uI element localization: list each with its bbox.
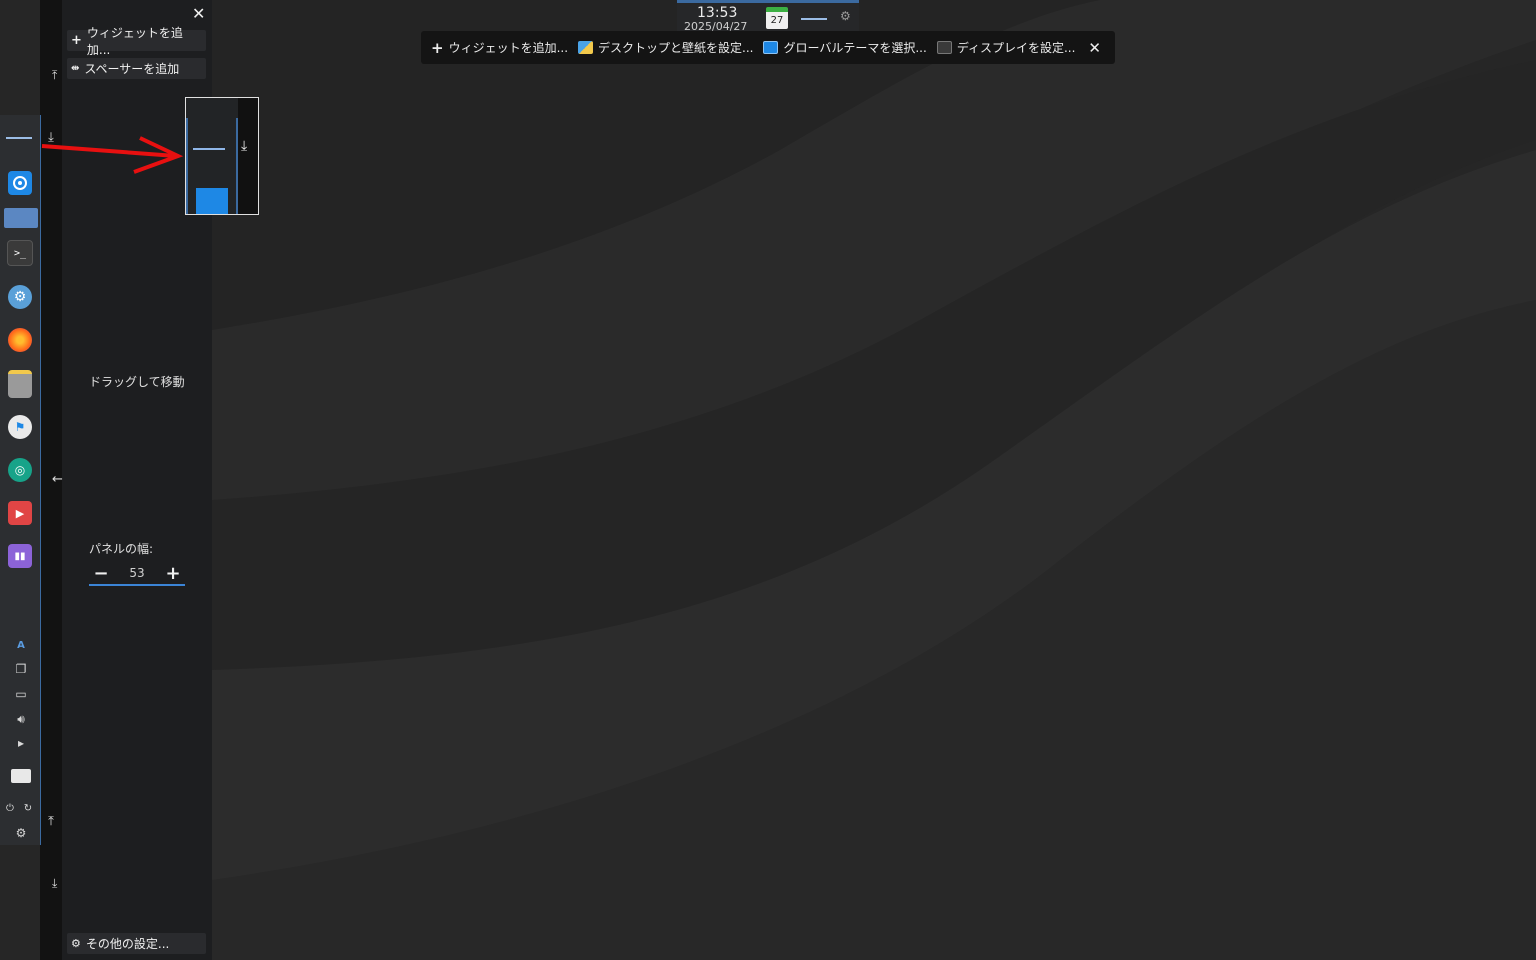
- calendar-icon[interactable]: 27: [766, 7, 788, 29]
- video-recorder-icon: ▶: [8, 501, 32, 525]
- left-panel: >_ ⚙ ⚑ ◎ ▶ ▮▮ A ❐ ▭ 🔊︎ ▸ ⏻ ↻ ⚙: [0, 115, 41, 845]
- max-height-handle-icon[interactable]: ⤒: [52, 68, 66, 83]
- launcher-terminal[interactable]: >_: [0, 233, 40, 273]
- settings-add-widgets-button[interactable]: + ウィジェットを追加...: [67, 26, 206, 57]
- panel-gear-icon[interactable]: ⚙: [8, 823, 34, 843]
- clipboard-icon[interactable]: ❐: [8, 659, 34, 679]
- toolbar-close-icon[interactable]: ✕: [1088, 39, 1101, 57]
- display-icon[interactable]: ▭: [8, 684, 34, 704]
- pager-widget[interactable]: [6, 137, 32, 139]
- wallpaper-icon: [578, 41, 594, 54]
- show-desktop-icon[interactable]: [11, 769, 31, 783]
- zoom-preview: ⤓: [185, 97, 259, 215]
- panel-height-handle-top-icon[interactable]: ⤓: [44, 130, 58, 146]
- top-panel-gear-icon[interactable]: ⚙: [840, 9, 851, 23]
- files-icon: [8, 370, 32, 398]
- toolbar-desktop-wallpaper-button[interactable]: デスクトップと壁紙を設定...: [578, 39, 753, 56]
- volume-icon[interactable]: 🔊︎: [8, 709, 34, 729]
- launcher-firefox[interactable]: [0, 320, 40, 360]
- decrease-width-button[interactable]: −: [89, 563, 113, 584]
- app-menu-icon: [8, 171, 32, 195]
- panel-width-stepper[interactable]: − 53 +: [89, 562, 185, 586]
- toolbar-add-widgets-button[interactable]: + ウィジェットを追加...: [431, 39, 568, 57]
- more-settings-button[interactable]: ⚙ その他の設定...: [67, 933, 206, 954]
- toolbar-global-theme-button[interactable]: グローバルテーマを選択...: [763, 39, 927, 56]
- panel-width-label: パネルの幅:: [89, 542, 154, 556]
- top-pager-widget[interactable]: [801, 18, 827, 20]
- toolbar-display-button[interactable]: ディスプレイを設定...: [936, 39, 1075, 56]
- refresh-icon[interactable]: ↻: [20, 798, 36, 818]
- preview-app-menu-icon: [196, 188, 228, 214]
- launcher-app-menu[interactable]: [0, 163, 40, 203]
- launcher-files[interactable]: [0, 364, 40, 404]
- launcher-recorder[interactable]: ▶: [0, 493, 40, 533]
- min-height-handle-icon[interactable]: ⤓: [52, 876, 57, 891]
- desktop-edit-toolbar: + ウィジェットを追加... デスクトップと壁紙を設定... グローバルテーマを…: [421, 31, 1115, 64]
- discover-icon: ⚑: [8, 415, 32, 439]
- spacer-icon: ⇹: [71, 63, 80, 74]
- media-player-icon: ▮▮: [8, 544, 32, 568]
- expand-tray-icon[interactable]: ▸: [8, 733, 34, 753]
- settings-add-spacer-button[interactable]: ⇹ スペーサーを追加: [67, 58, 206, 79]
- camera-aperture-icon: ◎: [8, 458, 32, 482]
- panel-width-value[interactable]: 53: [129, 566, 144, 580]
- drag-to-move-label[interactable]: ドラッグして移動: [89, 373, 185, 390]
- settings-close-icon[interactable]: ✕: [192, 4, 205, 23]
- panel-height-handle-bottom-icon[interactable]: ⤒: [44, 814, 58, 830]
- launcher-media[interactable]: ▮▮: [0, 536, 40, 576]
- monitor-icon: [936, 41, 952, 54]
- clock-widget[interactable]: 13:53 2025/04/27 27 ⚙: [677, 0, 859, 34]
- keyboard-layout-indicator[interactable]: A: [8, 635, 34, 655]
- preview-handle-icon: ⤓: [241, 138, 248, 154]
- plus-icon: +: [431, 38, 444, 57]
- clock-time: 13:53: [697, 5, 738, 21]
- theme-icon: [763, 41, 779, 54]
- globe-gear-icon: ⚙: [8, 285, 32, 309]
- power-icon[interactable]: ⏻: [2, 798, 18, 818]
- preview-pager: [193, 148, 225, 150]
- plus-icon: +: [71, 33, 82, 48]
- gear-icon: ⚙: [71, 937, 81, 950]
- launcher-settings[interactable]: ⚙: [0, 277, 40, 317]
- launcher-camera[interactable]: ◎: [0, 450, 40, 490]
- terminal-icon: >_: [7, 240, 33, 266]
- active-window-task[interactable]: [4, 208, 38, 228]
- firefox-icon: [8, 328, 32, 352]
- panel-offset-arrow-icon[interactable]: ←: [52, 472, 63, 487]
- launcher-discover[interactable]: ⚑: [0, 407, 40, 447]
- increase-width-button[interactable]: +: [161, 563, 185, 584]
